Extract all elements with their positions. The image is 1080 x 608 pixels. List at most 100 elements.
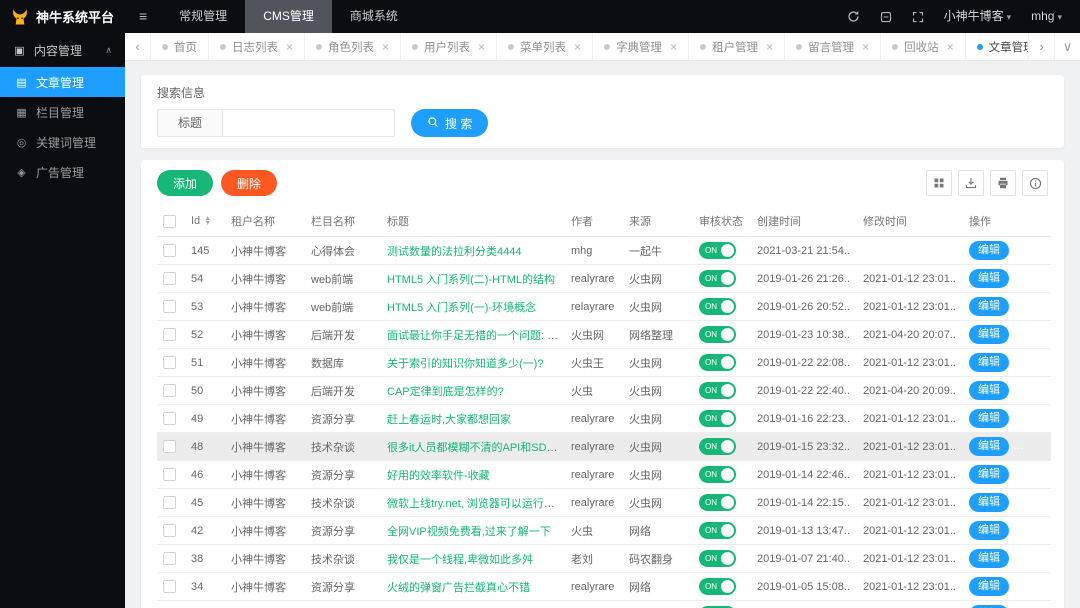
clear-cache-icon[interactable] [870,0,902,33]
tab-close-icon[interactable]: × [382,40,389,54]
row-checkbox[interactable] [163,384,176,397]
status-toggle[interactable]: ON [699,354,736,371]
article-title-link[interactable]: HTML5 入门系列(二)-HTML的结构 [387,274,555,286]
export-icon[interactable] [958,170,984,196]
tab-item[interactable]: 首页 [151,33,209,60]
tab-item[interactable]: 角色列表× [305,33,401,60]
edit-button[interactable]: 编辑 [969,325,1009,344]
cell-tenant: 小神牛博客 [225,321,305,349]
article-title-link[interactable]: HTML5 入门系列(一)-环境概念 [387,302,536,314]
article-title-link[interactable]: 面试最让你手足无措的一个问题: 你的系统如何支撑... [387,330,565,342]
article-title-link[interactable]: 好用的效率软件-收藏 [387,470,490,482]
edit-button[interactable]: 编辑 [969,297,1009,316]
status-toggle[interactable]: ON [699,550,736,567]
status-toggle[interactable]: ON [699,326,736,343]
article-title-link[interactable]: 测试数量的法拉利分类4444 [387,246,521,258]
add-button[interactable]: 添加 [157,170,213,196]
edit-button[interactable]: 编辑 [969,521,1009,540]
status-toggle[interactable]: ON [699,438,736,455]
tab-close-icon[interactable]: × [862,40,869,54]
sidebar-item-article[interactable]: ▤文章管理 [0,67,125,97]
sidebar-item-columns[interactable]: ▦栏目管理 [0,97,125,127]
status-toggle[interactable]: ON [699,242,736,259]
info-icon[interactable] [1022,170,1048,196]
tab-close-icon[interactable]: × [286,40,293,54]
tab-item[interactable]: 回收站× [881,33,966,60]
row-checkbox[interactable] [163,580,176,593]
tab-close-icon[interactable]: × [947,40,954,54]
row-checkbox[interactable] [163,244,176,257]
top-menu-item[interactable]: 常规管理 [161,0,245,33]
edit-button[interactable]: 编辑 [969,353,1009,372]
row-checkbox[interactable] [163,300,176,313]
tabs-menu-icon[interactable]: ∨ [1054,33,1080,60]
tab-item[interactable]: 留言管理× [785,33,881,60]
row-checkbox[interactable] [163,412,176,425]
edit-button[interactable]: 编辑 [969,493,1009,512]
delete-button[interactable]: 删除 [221,170,277,196]
row-checkbox[interactable] [163,356,176,369]
status-toggle[interactable]: ON [699,298,736,315]
edit-button[interactable]: 编辑 [969,465,1009,484]
row-checkbox[interactable] [163,496,176,509]
tenant-dropdown[interactable]: 小神牛博客▾ [934,0,1022,33]
status-toggle[interactable]: ON [699,410,736,427]
article-title-link[interactable]: 赶上春运时,大家都想回家 [387,414,511,426]
edit-button[interactable]: 编辑 [969,381,1009,400]
article-title-link[interactable]: 全网VIP视频免费看,过来了解一下 [387,526,551,538]
article-title-link[interactable]: 微软上线try.net, 浏览器可以运行c#代码, 高不高兴? [387,498,565,510]
row-checkbox[interactable] [163,328,176,341]
edit-button[interactable]: 编辑 [969,269,1009,288]
chevron-down-icon: ▾ [1057,12,1062,22]
filter-columns-icon[interactable] [926,170,952,196]
row-checkbox[interactable] [163,272,176,285]
title-search-input[interactable] [223,109,395,137]
cell-category: 后端开发 [305,321,381,349]
sidebar-group-content[interactable]: ▣ 内容管理 ∧ [0,33,125,67]
article-title-link[interactable]: 我仅是一个线程,卑微如此多舛 [387,554,533,566]
row-checkbox[interactable] [163,440,176,453]
select-all-checkbox[interactable] [163,215,176,228]
tab-item[interactable]: 文章管理× [966,33,1028,60]
fullscreen-icon[interactable] [902,0,934,33]
edit-button[interactable]: 编辑 [969,437,1009,456]
top-menu-item[interactable]: 商城系统 [332,0,416,33]
tab-item[interactable]: 用户列表× [401,33,497,60]
status-toggle[interactable]: ON [699,494,736,511]
status-toggle[interactable]: ON [699,578,736,595]
search-button[interactable]: 搜 索 [411,109,488,137]
article-title-link[interactable]: 关于索引的知识你知道多少(一)? [387,358,543,370]
status-toggle[interactable]: ON [699,522,736,539]
article-title-link[interactable]: CAP定律到底是怎样的? [387,386,504,398]
sidebar-item-keywords[interactable]: ◎关键词管理 [0,127,125,157]
row-checkbox[interactable] [163,468,176,481]
user-dropdown[interactable]: mhg▾ [1021,0,1072,33]
top-menu-item[interactable]: CMS管理 [245,0,332,33]
edit-button[interactable]: 编辑 [969,241,1009,260]
article-title-link[interactable]: 很多it人员都模糊不清的API和SDK,过来了解一般 [387,442,565,454]
status-toggle[interactable]: ON [699,270,736,287]
tab-item[interactable]: 菜单列表× [497,33,593,60]
tabs-scroll-right-icon[interactable]: › [1028,33,1054,60]
status-toggle[interactable]: ON [699,466,736,483]
sort-icon[interactable]: ▲▼ [204,216,211,226]
print-icon[interactable] [990,170,1016,196]
tab-close-icon[interactable]: × [478,40,485,54]
tabs-scroll-left-icon[interactable]: ‹ [125,33,151,60]
sidebar-item-ads[interactable]: ◈广告管理 [0,157,125,187]
menu-toggle-icon[interactable]: ≡ [125,0,161,33]
tab-close-icon[interactable]: × [574,40,581,54]
tab-close-icon[interactable]: × [766,40,773,54]
tab-item[interactable]: 租户管理× [689,33,785,60]
edit-button[interactable]: 编辑 [969,549,1009,568]
refresh-icon[interactable] [837,0,870,33]
tab-item[interactable]: 字典管理× [593,33,689,60]
tab-close-icon[interactable]: × [670,40,677,54]
row-checkbox[interactable] [163,552,176,565]
status-toggle[interactable]: ON [699,382,736,399]
row-checkbox[interactable] [163,524,176,537]
tab-item[interactable]: 日志列表× [209,33,305,60]
edit-button[interactable]: 编辑 [969,577,1009,596]
article-title-link[interactable]: 火绒的弹窗广告拦截真心不错 [387,582,530,594]
edit-button[interactable]: 编辑 [969,409,1009,428]
